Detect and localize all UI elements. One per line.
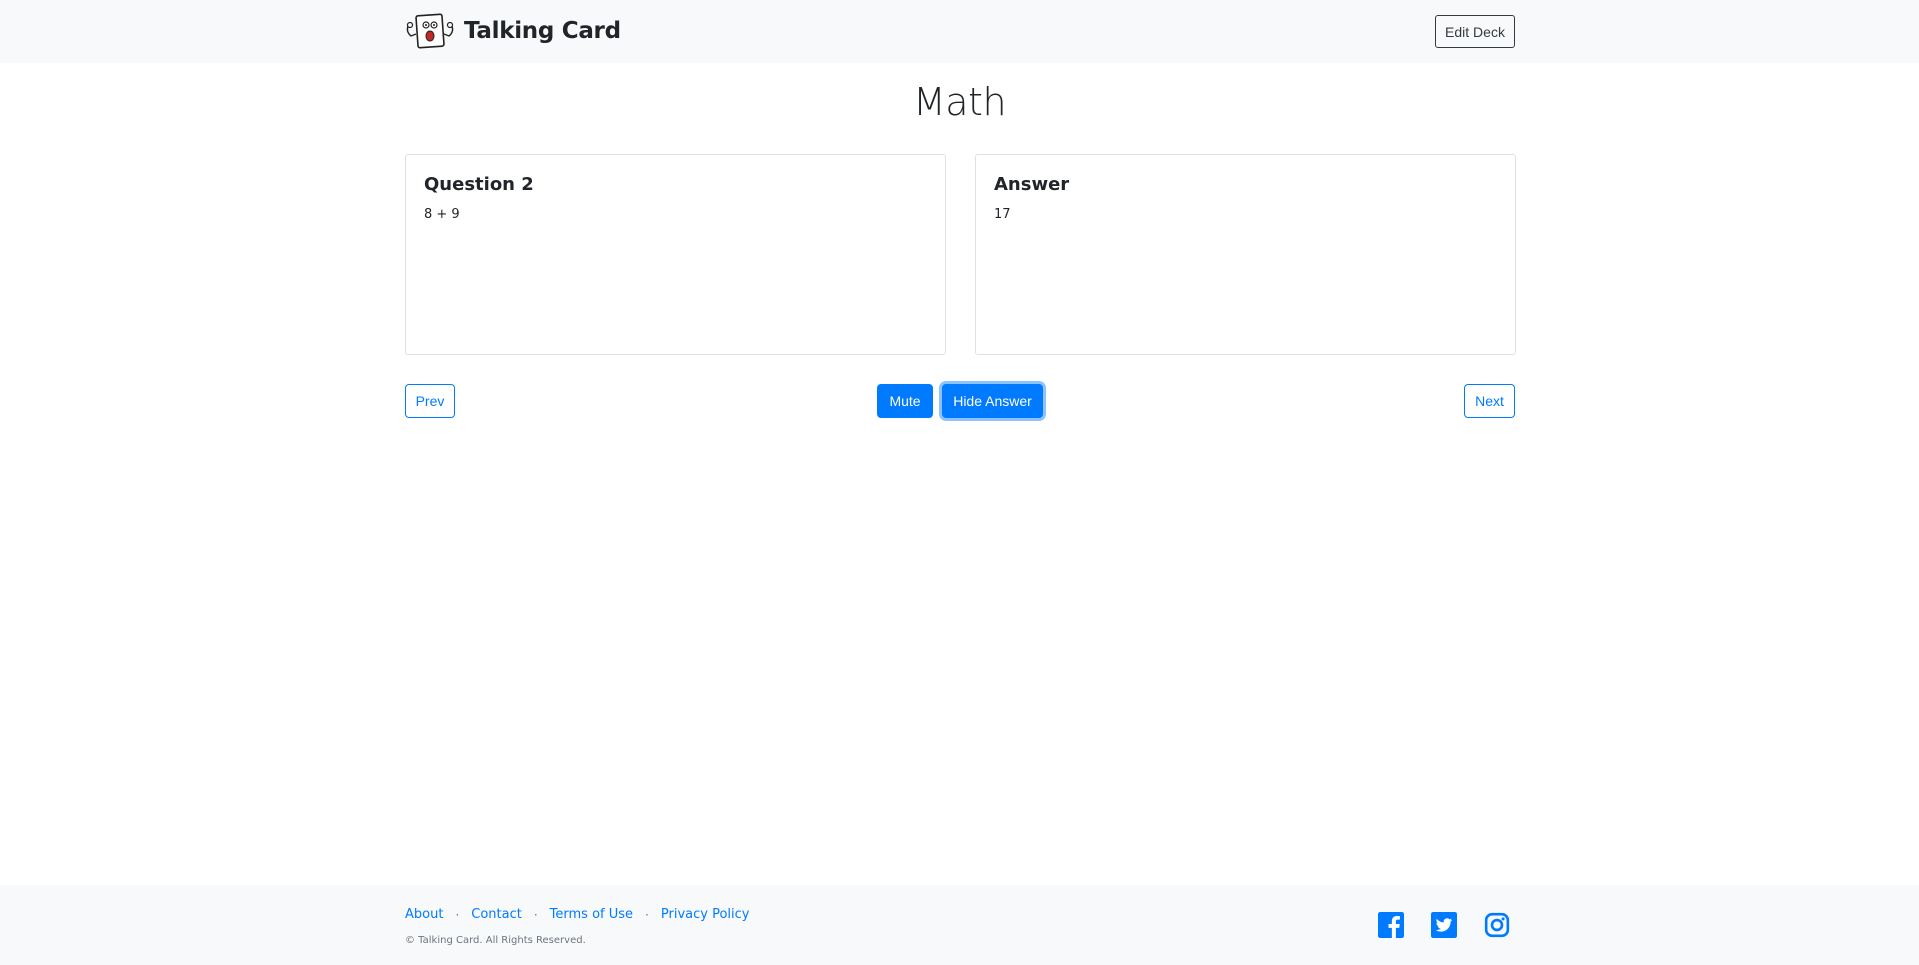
edit-deck-button[interactable]: Edit Deck: [1435, 15, 1515, 48]
footer-separator: ·: [533, 907, 538, 922]
instagram-icon[interactable]: [1484, 912, 1510, 938]
footer-link-terms[interactable]: Terms of Use: [550, 907, 633, 922]
page-footer: About · Contact · Terms of Use · Privacy…: [0, 885, 1919, 965]
footer-link-about[interactable]: About: [405, 907, 443, 922]
twitter-icon[interactable]: [1431, 912, 1457, 938]
mute-button[interactable]: Mute: [877, 384, 933, 418]
footer-separator: ·: [645, 907, 649, 922]
answer-card: Answer 17: [975, 154, 1516, 355]
question-text: 8 + 9: [424, 207, 460, 222]
copyright-text: © Talking Card. All Rights Reserved.: [405, 935, 586, 946]
brand-name: Talking Card: [464, 18, 621, 44]
brand-link[interactable]: Talking Card: [405, 12, 621, 50]
top-navbar: Talking Card Edit Deck: [0, 0, 1919, 63]
question-title: Question 2: [424, 174, 534, 195]
facebook-icon[interactable]: [1378, 912, 1404, 938]
next-button[interactable]: Next: [1464, 384, 1515, 418]
prev-button[interactable]: Prev: [405, 384, 455, 418]
footer-links: About · Contact · Terms of Use · Privacy…: [405, 907, 749, 922]
answer-text: 17: [994, 207, 1011, 222]
talking-card-logo-icon: [406, 13, 454, 49]
hide-answer-button[interactable]: Hide Answer: [942, 384, 1043, 418]
footer-separator: ·: [455, 907, 460, 922]
deck-title: Math: [912, 80, 1007, 124]
footer-link-contact[interactable]: Contact: [471, 907, 522, 922]
question-card: Question 2 8 + 9: [405, 154, 946, 355]
answer-title: Answer: [994, 174, 1070, 195]
footer-link-privacy[interactable]: Privacy Policy: [661, 907, 750, 922]
